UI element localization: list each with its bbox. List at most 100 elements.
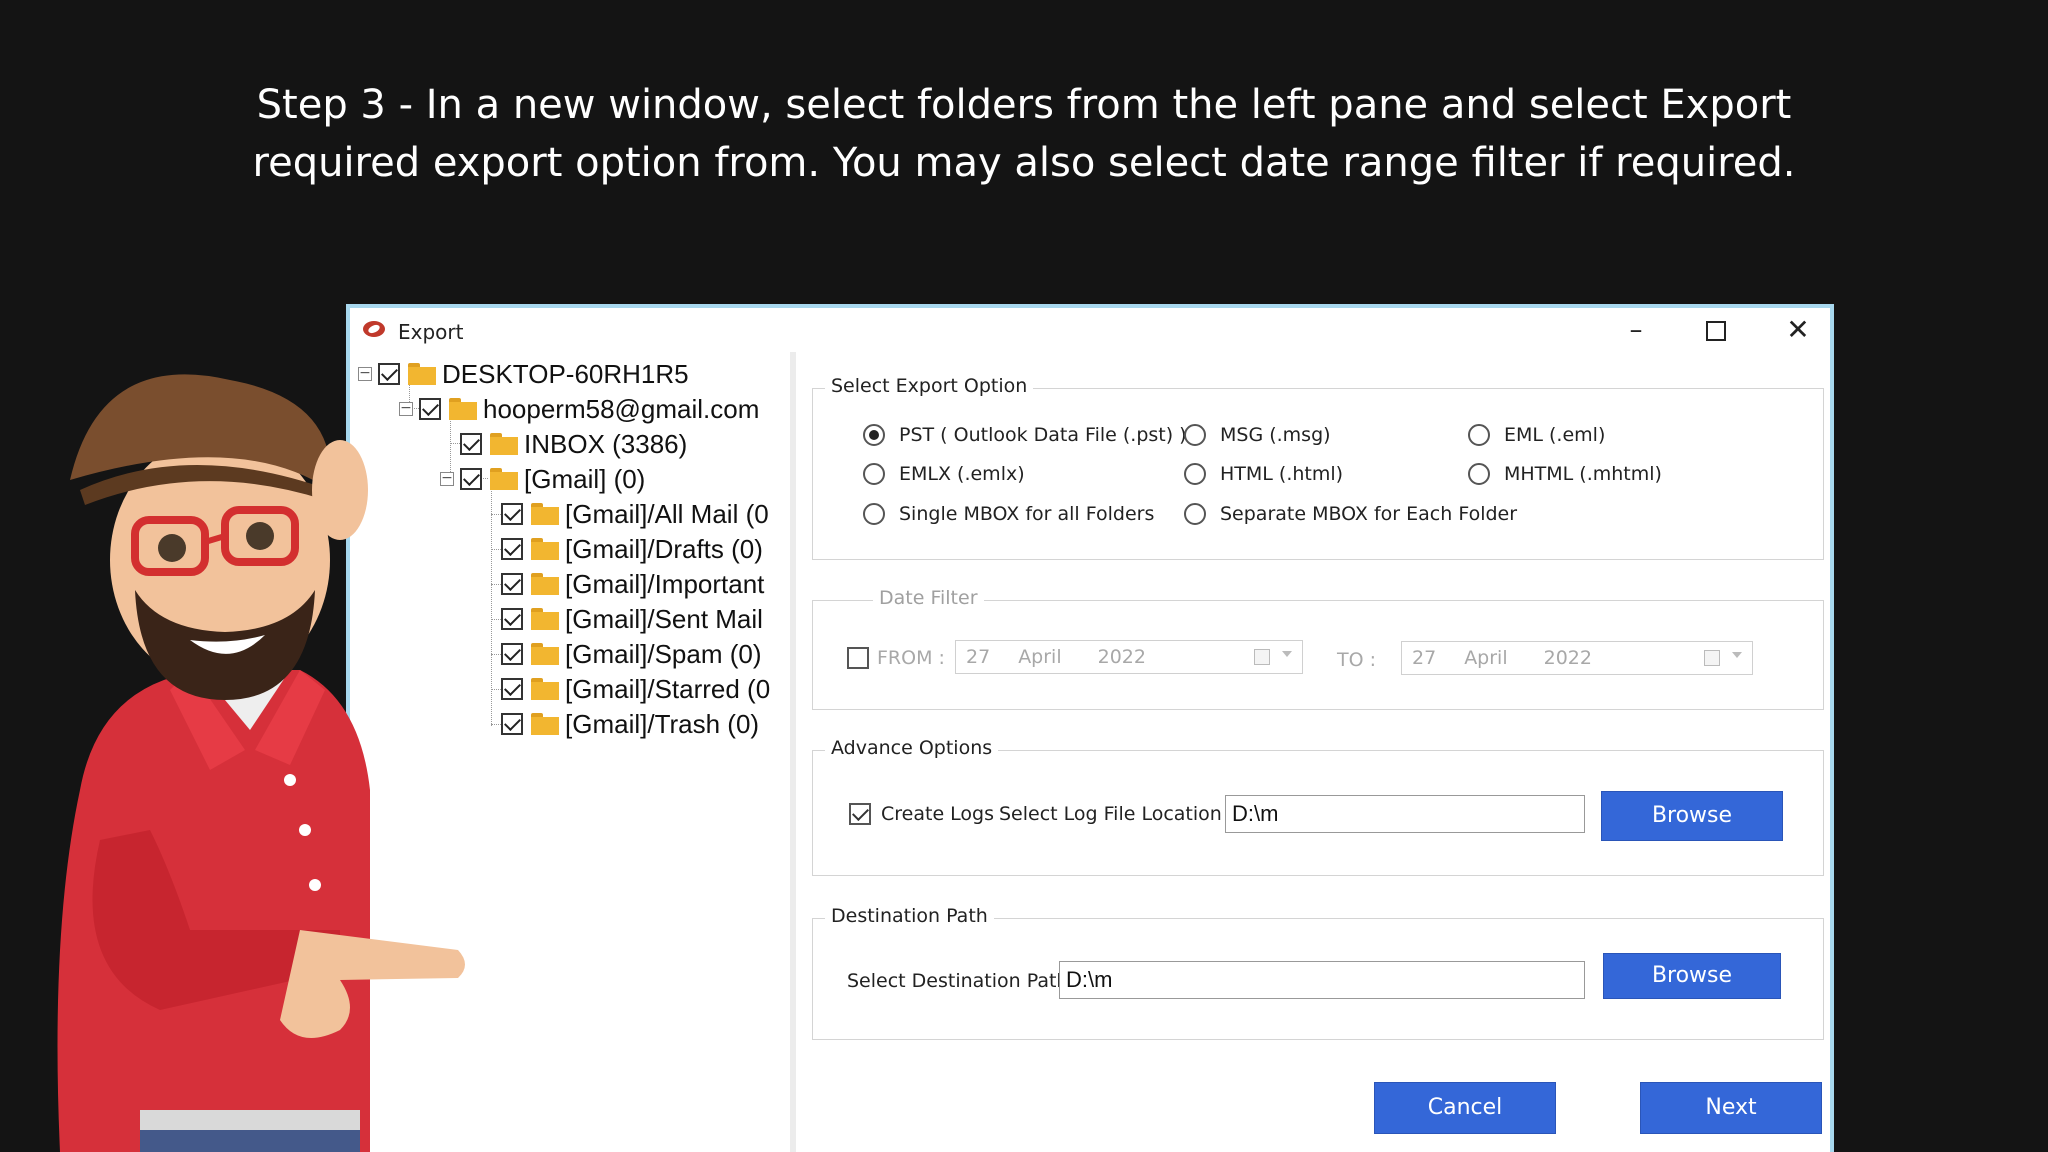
tree-checkbox[interactable]: [501, 573, 523, 595]
radio-label: Single MBOX for all Folders: [899, 503, 1155, 525]
tree-node-label: [Gmail]/Important: [565, 568, 765, 599]
from-label: FROM :: [877, 647, 945, 669]
tree-node-spam[interactable]: [Gmail]/Spam (0): [501, 639, 762, 669]
minimize-button[interactable]: –: [1608, 312, 1664, 348]
create-logs-label: Create Logs: [881, 803, 995, 825]
to-date-picker[interactable]: 27 April 2022: [1401, 641, 1753, 675]
tree-node-inbox[interactable]: INBOX (3386): [460, 429, 687, 459]
cancel-button[interactable]: Cancel: [1374, 1082, 1556, 1134]
radio-button[interactable]: [863, 424, 885, 446]
folder-icon: [531, 573, 559, 595]
chevron-down-icon[interactable]: [1282, 651, 1292, 657]
destination-path-input[interactable]: D:\m: [1059, 961, 1585, 999]
radio-single-mbox[interactable]: Single MBOX for all Folders: [863, 503, 1154, 525]
radio-emlx[interactable]: EMLX (.emlx): [863, 463, 1025, 485]
radio-mhtml[interactable]: MHTML (.mhtml): [1468, 463, 1662, 485]
radio-label: MHTML (.mhtml): [1504, 463, 1662, 485]
radio-button[interactable]: [1184, 503, 1206, 525]
radio-label: EML (.eml): [1504, 424, 1606, 446]
radio-button[interactable]: [1468, 463, 1490, 485]
calendar-icon[interactable]: [1254, 649, 1270, 665]
tree-node-sent-mail[interactable]: [Gmail]/Sent Mail: [501, 604, 763, 634]
advance-options-title: Advance Options: [825, 737, 999, 759]
radio-label: Separate MBOX for Each Folder: [1220, 503, 1518, 525]
maximize-button[interactable]: [1688, 312, 1744, 348]
date-filter-title: Date Filter: [873, 587, 984, 609]
radio-msg[interactable]: MSG (.msg): [1184, 424, 1331, 446]
tree-checkbox[interactable]: [501, 643, 523, 665]
tree-node-label: INBOX (3386): [524, 428, 688, 459]
radio-label: EMLX (.emlx): [899, 463, 1025, 485]
from-date-picker[interactable]: 27 April 2022: [955, 640, 1303, 674]
close-button[interactable]: ✕: [1770, 312, 1826, 348]
date-filter-checkbox[interactable]: [847, 647, 869, 669]
radio-pst[interactable]: PST ( Outlook Data File (.pst) ): [863, 424, 1187, 446]
window-title: Export: [398, 320, 464, 344]
tree-checkbox[interactable]: [501, 503, 523, 525]
radio-button[interactable]: [863, 463, 885, 485]
tree-checkbox[interactable]: [501, 678, 523, 700]
date-filter-group: Date Filter FROM : 27 April 2022 TO : 27…: [812, 587, 1824, 710]
radio-label: HTML (.html): [1220, 463, 1344, 485]
tree-node-label: [Gmail] (0): [524, 463, 646, 494]
radio-button[interactable]: [1184, 424, 1206, 446]
tree-checkbox[interactable]: [501, 538, 523, 560]
advance-options-group: Advance Options Create Logs Select Log F…: [812, 737, 1824, 876]
log-browse-button[interactable]: Browse: [1601, 791, 1783, 841]
tree-node-label: hooperm58@gmail.com: [483, 393, 760, 424]
radio-label: MSG (.msg): [1220, 424, 1331, 446]
tree-node-starred[interactable]: [Gmail]/Starred (0: [501, 674, 770, 704]
folder-icon: [531, 643, 559, 665]
folder-icon: [531, 538, 559, 560]
log-location-label: Select Log File Location :: [999, 803, 1235, 825]
create-logs-checkbox[interactable]: [849, 803, 871, 825]
destination-browse-button[interactable]: Browse: [1603, 953, 1781, 999]
tree-node-label: [Gmail]/All Mail (0: [565, 498, 769, 529]
folder-icon: [531, 678, 559, 700]
tree-node-important[interactable]: [Gmail]/Important: [501, 569, 764, 599]
log-location-input[interactable]: D:\m: [1225, 795, 1585, 833]
destination-title: Destination Path: [825, 905, 994, 927]
radio-eml[interactable]: EML (.eml): [1468, 424, 1605, 446]
tree-node-drafts[interactable]: [Gmail]/Drafts (0): [501, 534, 763, 564]
radio-button[interactable]: [1184, 463, 1206, 485]
caption-line-1: Step 3 - In a new window, select folders…: [256, 82, 1792, 128]
export-window: Export – ✕ − DESKTOP-60RH1R5 − hooperm58…: [346, 304, 1834, 1152]
tree-node-trash[interactable]: [Gmail]/Trash (0): [501, 709, 759, 739]
destination-label: Select Destination Path: [847, 970, 1069, 992]
tree-node-label: [Gmail]/Trash (0): [565, 708, 760, 739]
to-year: 2022: [1543, 647, 1592, 669]
tree-node-all-mail[interactable]: [Gmail]/All Mail (0: [501, 499, 769, 529]
destination-group: Destination Path Select Destination Path…: [812, 905, 1824, 1040]
folder-icon: [531, 713, 559, 735]
tree-checkbox[interactable]: [501, 608, 523, 630]
export-option-title: Select Export Option: [825, 375, 1034, 397]
caption-line-2: required export option from. You may als…: [252, 140, 1796, 186]
radio-html[interactable]: HTML (.html): [1184, 463, 1343, 485]
tree-node-label: [Gmail]/Drafts (0): [565, 533, 763, 564]
pane-splitter[interactable]: [790, 352, 796, 1152]
from-year: 2022: [1097, 646, 1146, 668]
to-label: TO :: [1337, 649, 1377, 671]
radio-button[interactable]: [1468, 424, 1490, 446]
folder-icon: [490, 468, 518, 490]
folder-icon: [490, 433, 518, 455]
next-button[interactable]: Next: [1640, 1082, 1822, 1134]
export-option-group: Select Export Option PST ( Outlook Data …: [812, 375, 1824, 560]
folder-icon: [531, 503, 559, 525]
tree-node-label: [Gmail]/Sent Mail: [565, 603, 763, 634]
calendar-icon[interactable]: [1704, 650, 1720, 666]
chevron-down-icon[interactable]: [1732, 652, 1742, 658]
from-month: April: [1018, 646, 1062, 668]
maximize-icon: [1706, 320, 1726, 341]
from-day: 27: [966, 646, 991, 668]
tree-node-label: [Gmail]/Starred (0: [565, 673, 771, 704]
title-bar: Export – ✕: [350, 308, 1830, 352]
to-day: 27: [1412, 647, 1437, 669]
radio-label: PST ( Outlook Data File (.pst) ): [899, 424, 1187, 446]
radio-button[interactable]: [863, 503, 885, 525]
to-month: April: [1464, 647, 1508, 669]
radio-separate-mbox[interactable]: Separate MBOX for Each Folder: [1184, 503, 1517, 525]
tree-checkbox[interactable]: [501, 713, 523, 735]
folder-icon: [531, 608, 559, 630]
